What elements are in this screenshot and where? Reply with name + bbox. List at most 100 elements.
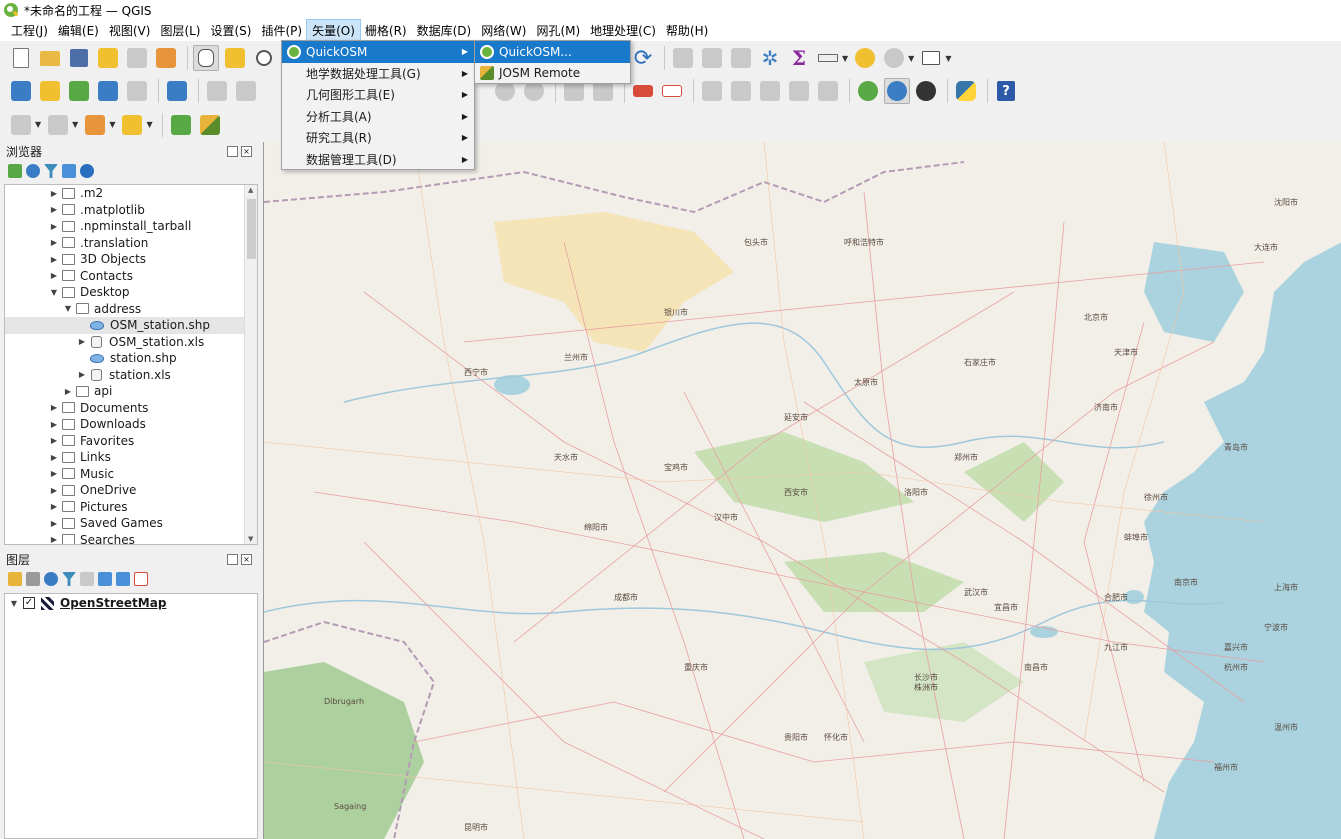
select-dropdown-icon[interactable]: ▼: [908, 54, 914, 63]
collapsed-caret-icon[interactable]: ▶: [49, 519, 59, 528]
add-layer-icon[interactable]: [8, 164, 22, 178]
expand-all-icon[interactable]: [98, 572, 112, 586]
select-features-button[interactable]: [8, 112, 34, 138]
layer-row-openstreetmap[interactable]: ▼ ✓ OpenStreetMap: [5, 594, 257, 612]
menu-item-quickosm-dialog[interactable]: QuickOSM...: [475, 41, 630, 63]
refresh-icon[interactable]: [26, 164, 40, 178]
pan-to-selection-button[interactable]: [222, 45, 248, 71]
select-tool-button[interactable]: [881, 45, 907, 71]
layer-labeling-button[interactable]: [630, 78, 656, 104]
show-hide-labels-button[interactable]: [786, 78, 812, 104]
scroll-down-icon[interactable]: ▼: [248, 535, 253, 543]
collapsed-caret-icon[interactable]: ▶: [49, 502, 59, 511]
pan-map-button[interactable]: [193, 45, 219, 71]
select-by-value-dropdown-icon[interactable]: ▼: [72, 120, 78, 129]
collapsed-caret-icon[interactable]: ▶: [49, 420, 59, 429]
menu-view[interactable]: 视图(V): [104, 20, 156, 41]
filter-icon[interactable]: [44, 164, 58, 178]
close-panel-icon[interactable]: ×: [241, 145, 252, 157]
tree-item[interactable]: OSM_station.shp: [5, 317, 257, 334]
help-button[interactable]: ?: [993, 78, 1019, 104]
label-properties-button[interactable]: [815, 78, 841, 104]
layer-diagram-button[interactable]: [659, 78, 685, 104]
collapsed-caret-icon[interactable]: ▶: [77, 337, 87, 346]
new-geopackage-layer-button[interactable]: [37, 78, 63, 104]
open-attribute-table-button[interactable]: [699, 45, 725, 71]
tree-item[interactable]: station.shp: [5, 350, 257, 367]
measure-dropdown-icon[interactable]: ▼: [842, 54, 848, 63]
collapsed-caret-icon[interactable]: ▶: [49, 403, 59, 412]
tree-item[interactable]: ▶ .matplotlib: [5, 202, 257, 219]
menu-plugins[interactable]: 插件(P): [256, 20, 307, 41]
tree-item[interactable]: ▶ Music: [5, 466, 257, 483]
new-print-layout-button[interactable]: [95, 45, 121, 71]
tree-item[interactable]: ▶ OSM_station.xls: [5, 334, 257, 351]
browser-tree[interactable]: ▶ .m2 ▶ .matplotlib ▶ .npminstall_tarball ▶ .tr…: [4, 184, 258, 545]
text-annotation-button[interactable]: [918, 45, 944, 71]
menu-processing[interactable]: 地理处理(C): [585, 20, 661, 41]
menu-item-quickosm[interactable]: QuickOSM ▶: [282, 41, 474, 63]
tree-item[interactable]: ▶ Searches: [5, 532, 257, 544]
josm-tool-button[interactable]: [197, 112, 223, 138]
tree-item[interactable]: ▶ OneDrive: [5, 482, 257, 499]
menu-item-research-tools[interactable]: 研究工具(R) ▶: [282, 127, 474, 149]
tree-item[interactable]: ▶ .translation: [5, 235, 257, 252]
rotate-label-button[interactable]: [728, 78, 754, 104]
info-icon[interactable]: [80, 164, 94, 178]
collapsed-caret-icon[interactable]: ▶: [49, 189, 59, 198]
filter-legend-icon[interactable]: [62, 572, 76, 586]
eye-icon[interactable]: [44, 572, 58, 586]
map-canvas[interactable]: 北京市 天津市 石家庄市 太原市 济南市 郑州市 西安市 兰州市 银川市 呼和浩特市 武汉市 南京市上…: [263, 142, 1341, 839]
tree-item[interactable]: ▼ address: [5, 301, 257, 318]
layer-visibility-checkbox[interactable]: ✓: [23, 597, 35, 609]
quickosm-tool-button[interactable]: [168, 112, 194, 138]
tree-item[interactable]: ▶ .m2: [5, 185, 257, 202]
tree-item[interactable]: ▶ Documents: [5, 400, 257, 417]
menu-web[interactable]: 网络(W): [476, 20, 531, 41]
select-features-dropdown-icon[interactable]: ▼: [35, 120, 41, 129]
collapsed-caret-icon[interactable]: ▶: [49, 469, 59, 478]
collapsed-caret-icon[interactable]: ▶: [49, 238, 59, 247]
collapse-all-icon[interactable]: [62, 164, 76, 178]
measure-button[interactable]: [815, 45, 841, 71]
zoom-in-button[interactable]: [251, 45, 277, 71]
expanded-caret-icon[interactable]: ▼: [49, 288, 59, 297]
select-by-value-button[interactable]: [45, 112, 71, 138]
collapsed-caret-icon[interactable]: ▶: [49, 255, 59, 264]
browser-scrollbar[interactable]: ▲ ▼: [244, 185, 257, 544]
deselect-all-button[interactable]: [82, 112, 108, 138]
tree-item[interactable]: ▶ Downloads: [5, 416, 257, 433]
deselect-dropdown-icon[interactable]: ▼: [109, 120, 115, 129]
open-project-button[interactable]: [37, 45, 63, 71]
change-label-button[interactable]: [757, 78, 783, 104]
python-console-button[interactable]: [953, 78, 979, 104]
collapsed-caret-icon[interactable]: ▶: [49, 486, 59, 495]
expanded-caret-icon[interactable]: ▼: [63, 304, 73, 313]
collapsed-caret-icon[interactable]: ▶: [63, 387, 73, 396]
menu-mesh[interactable]: 网孔(M): [531, 20, 585, 41]
add-temporary-layer-button[interactable]: [124, 78, 150, 104]
digitize-button[interactable]: [95, 78, 121, 104]
menu-item-josm-remote[interactable]: JOSM Remote: [475, 63, 630, 85]
menu-help[interactable]: 帮助(H): [661, 20, 713, 41]
map-tips-button[interactable]: [852, 45, 878, 71]
scroll-up-icon[interactable]: ▲: [248, 186, 253, 194]
collapsed-caret-icon[interactable]: ▶: [77, 370, 87, 379]
scrollbar-thumb[interactable]: [247, 199, 256, 259]
float-panel-icon[interactable]: [227, 553, 238, 565]
collapse-caret-icon[interactable]: ▼: [9, 599, 19, 608]
data-source-manager-button[interactable]: [8, 78, 34, 104]
menu-project[interactable]: 工程(J): [6, 20, 53, 41]
save-project-button[interactable]: [66, 45, 92, 71]
new-project-button[interactable]: [8, 45, 34, 71]
collapsed-caret-icon[interactable]: ▶: [49, 271, 59, 280]
menu-raster[interactable]: 栅格(R): [360, 20, 412, 41]
layers-list[interactable]: ▼ ✓ OpenStreetMap: [4, 593, 258, 839]
collapsed-caret-icon[interactable]: ▶: [49, 222, 59, 231]
collapsed-caret-icon[interactable]: ▶: [49, 535, 59, 544]
menu-edit[interactable]: 编辑(E): [53, 20, 104, 41]
menu-vector[interactable]: 矢量(O): [306, 19, 361, 42]
tree-item[interactable]: ▶ api: [5, 383, 257, 400]
float-panel-icon[interactable]: [227, 145, 238, 157]
refresh-button[interactable]: ⟳: [630, 45, 656, 71]
